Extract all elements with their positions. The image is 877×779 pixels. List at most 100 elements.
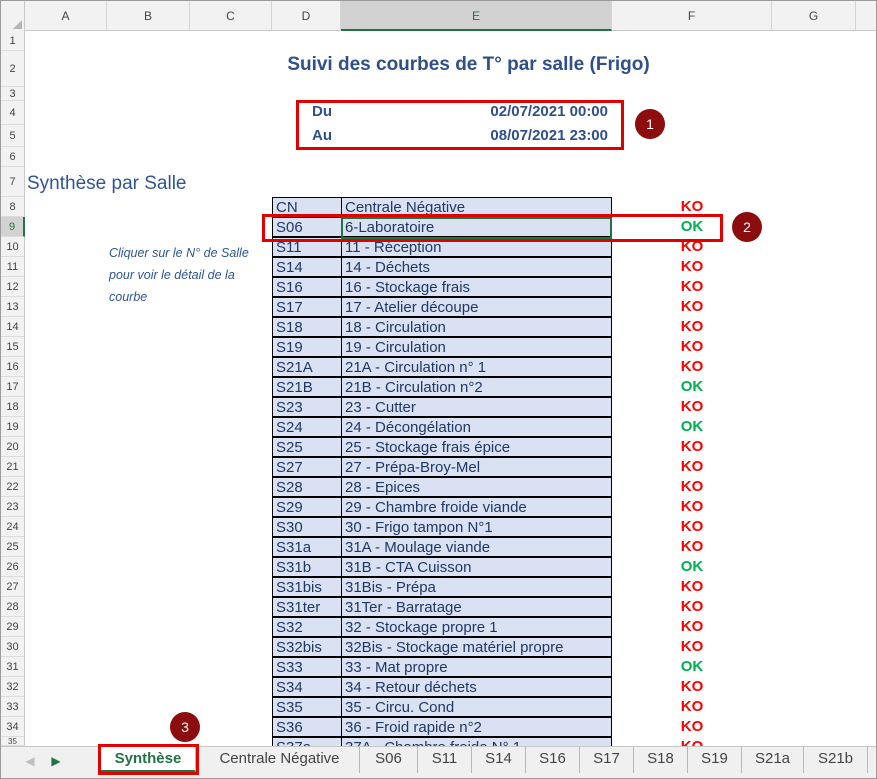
column-header-d[interactable]: D (272, 1, 341, 31)
scroll-tabs-left-icon[interactable]: ◀ (23, 754, 37, 768)
room-status-cell[interactable]: OK (661, 557, 723, 577)
room-status-cell[interactable]: KO (661, 577, 723, 597)
room-name-cell[interactable]: 29 - Chambre froide viande (341, 497, 612, 517)
column-header-g[interactable]: G (772, 1, 856, 31)
room-code-link[interactable]: S23 (272, 397, 342, 417)
tab-s17[interactable]: S17 (580, 747, 634, 773)
column-header-e[interactable]: E (341, 1, 612, 31)
row-header-15[interactable]: 15 (1, 337, 25, 357)
row-header-7[interactable]: 7 (1, 167, 25, 197)
room-name-cell[interactable]: 32 - Stockage propre 1 (341, 617, 612, 637)
row-header-34[interactable]: 34 (1, 717, 25, 737)
room-name-cell[interactable]: 31Bis - Prépa (341, 577, 612, 597)
room-code-link[interactable]: S31ter (272, 597, 342, 617)
room-status-cell[interactable]: KO (661, 317, 723, 337)
room-code-link[interactable]: S19 (272, 337, 342, 357)
room-status-cell[interactable]: KO (661, 497, 723, 517)
room-status-cell[interactable]: KO (661, 697, 723, 717)
room-code-link[interactable]: S24 (272, 417, 342, 437)
room-code-link[interactable]: S17 (272, 297, 342, 317)
row-header-35[interactable]: 35 (1, 737, 25, 746)
room-name-cell[interactable]: 17 - Atelier découpe (341, 297, 612, 317)
row-header-5[interactable]: 5 (1, 125, 25, 147)
room-code-link[interactable]: S18 (272, 317, 342, 337)
room-name-cell[interactable]: 32Bis - Stockage matériel propre (341, 637, 612, 657)
room-status-cell[interactable]: KO (661, 337, 723, 357)
row-header-20[interactable]: 20 (1, 437, 25, 457)
room-status-cell[interactable]: OK (661, 657, 723, 677)
row-header-16[interactable]: 16 (1, 357, 25, 377)
room-code-link[interactable]: S32bis (272, 637, 342, 657)
room-name-cell[interactable]: 24 - Décongélation (341, 417, 612, 437)
row-header-24[interactable]: 24 (1, 517, 25, 537)
room-status-cell[interactable]: KO (661, 737, 723, 746)
column-header-b[interactable]: B (107, 1, 190, 31)
room-status-cell[interactable]: KO (661, 397, 723, 417)
tab-s19[interactable]: S19 (688, 747, 742, 773)
room-code-link[interactable]: S14 (272, 257, 342, 277)
row-header-12[interactable]: 12 (1, 277, 25, 297)
room-status-cell[interactable]: KO (661, 457, 723, 477)
room-status-cell[interactable]: KO (661, 597, 723, 617)
row-header-29[interactable]: 29 (1, 617, 25, 637)
room-name-cell[interactable]: 36 - Froid rapide n°2 (341, 717, 612, 737)
row-header-32[interactable]: 32 (1, 677, 25, 697)
room-name-cell[interactable]: 31A - Moulage viande (341, 537, 612, 557)
room-code-link[interactable]: S16 (272, 277, 342, 297)
row-header-19[interactable]: 19 (1, 417, 25, 437)
row-header-33[interactable]: 33 (1, 697, 25, 717)
row-header-28[interactable]: 28 (1, 597, 25, 617)
room-name-cell[interactable]: 28 - Epices (341, 477, 612, 497)
room-status-cell[interactable]: KO (661, 537, 723, 557)
row-header-23[interactable]: 23 (1, 497, 25, 517)
room-code-link[interactable]: S27 (272, 457, 342, 477)
tab-s14[interactable]: S14 (472, 747, 526, 773)
room-name-cell[interactable]: 27 - Prépa-Broy-Mel (341, 457, 612, 477)
room-code-link[interactable]: S34 (272, 677, 342, 697)
row-header-8[interactable]: 8 (1, 197, 25, 217)
room-code-link[interactable]: S21B (272, 377, 342, 397)
row-header-2[interactable]: 2 (1, 51, 25, 87)
room-code-link[interactable]: S31bis (272, 577, 342, 597)
room-code-link[interactable]: S29 (272, 497, 342, 517)
row-header-21[interactable]: 21 (1, 457, 25, 477)
row-header-9[interactable]: 9 (1, 217, 25, 237)
row-header-18[interactable]: 18 (1, 397, 25, 417)
room-status-cell[interactable]: OK (661, 377, 723, 397)
room-name-cell[interactable]: 19 - Circulation (341, 337, 612, 357)
row-header-31[interactable]: 31 (1, 657, 25, 677)
room-code-link[interactable]: S33 (272, 657, 342, 677)
row-header-25[interactable]: 25 (1, 537, 25, 557)
room-code-link[interactable]: S21A (272, 357, 342, 377)
row-header-6[interactable]: 6 (1, 147, 25, 167)
room-name-cell[interactable]: 35 - Circu. Cond (341, 697, 612, 717)
room-status-cell[interactable]: KO (661, 677, 723, 697)
row-header-3[interactable]: 3 (1, 87, 25, 101)
row-header-22[interactable]: 22 (1, 477, 25, 497)
room-code-link[interactable]: S35 (272, 697, 342, 717)
room-status-cell[interactable]: KO (661, 257, 723, 277)
room-name-cell[interactable]: 31B - CTA Cuisson (341, 557, 612, 577)
column-header-c[interactable]: C (190, 1, 272, 31)
scroll-tabs-right-icon[interactable]: ▶ (49, 754, 63, 768)
room-name-cell[interactable]: 31Ter - Barratage (341, 597, 612, 617)
room-name-cell[interactable]: 21A - Circulation n° 1 (341, 357, 612, 377)
room-name-cell[interactable]: 18 - Circulation (341, 317, 612, 337)
room-status-cell[interactable]: KO (661, 477, 723, 497)
room-status-cell[interactable]: KO (661, 357, 723, 377)
select-all-corner[interactable] (1, 1, 25, 31)
row-header-30[interactable]: 30 (1, 637, 25, 657)
row-header-11[interactable]: 11 (1, 257, 25, 277)
room-name-cell[interactable]: 21B - Circulation n°2 (341, 377, 612, 397)
room-status-cell[interactable]: KO (661, 437, 723, 457)
room-status-cell[interactable]: KO (661, 297, 723, 317)
room-status-cell[interactable]: OK (661, 417, 723, 437)
room-code-link[interactable]: S28 (272, 477, 342, 497)
room-code-link[interactable]: S30 (272, 517, 342, 537)
row-header-26[interactable]: 26 (1, 557, 25, 577)
tab-centrale-negative[interactable]: Centrale Négative (200, 747, 360, 773)
room-status-cell[interactable]: KO (661, 717, 723, 737)
room-name-cell[interactable]: 25 - Stockage frais épice (341, 437, 612, 457)
tab-s16[interactable]: S16 (526, 747, 580, 773)
column-header-a[interactable]: A (25, 1, 107, 31)
